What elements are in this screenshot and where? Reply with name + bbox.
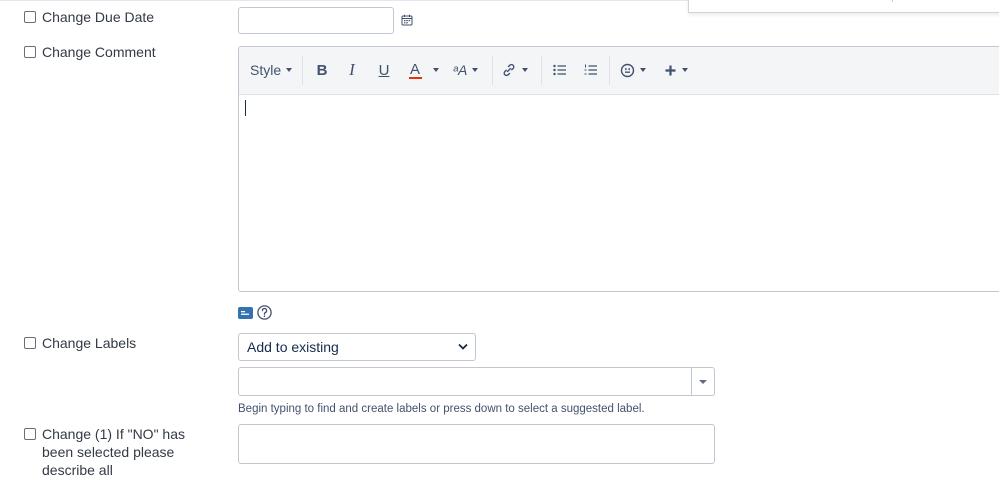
due-date-row: Change Due Date <box>24 8 154 26</box>
text-color-dropdown[interactable] <box>431 60 441 80</box>
change-custom-field-checkbox[interactable] <box>24 428 36 440</box>
custom-field-textarea[interactable] <box>238 424 715 464</box>
change-due-date-label: Change Due Date <box>42 9 155 25</box>
labels-mode-select[interactable]: Add to existing <box>238 333 476 361</box>
emoji-dropdown[interactable] <box>620 60 646 80</box>
toolbar-separator <box>492 56 493 85</box>
chevron-down-icon <box>522 68 528 72</box>
chevron-down-icon <box>458 343 468 350</box>
bullet-list-button[interactable] <box>552 60 568 80</box>
emoji-icon <box>620 63 635 77</box>
more-formatting-dropdown[interactable]: ᵃA <box>453 60 479 80</box>
more-formatting-label: ᵃA <box>453 62 468 78</box>
change-comment-checkbox[interactable] <box>24 46 36 58</box>
chevron-down-icon <box>640 68 646 72</box>
dropdown-popup-edge <box>688 0 999 13</box>
comment-text-area[interactable] <box>239 95 999 291</box>
bullet-list-icon <box>553 64 566 76</box>
bold-label: B <box>316 61 328 79</box>
chevron-down-icon <box>286 68 293 72</box>
calendar-icon[interactable] <box>401 14 413 26</box>
labels-input[interactable] <box>238 367 715 396</box>
custom-field-row: Change (1) If "NO" has been selected ple… <box>24 425 220 479</box>
underline-button[interactable]: U <box>375 60 393 80</box>
text-color-label: A <box>409 60 420 78</box>
change-custom-field-label: Change (1) If "NO" has been selected ple… <box>42 426 186 478</box>
italic-label: I <box>349 60 355 79</box>
text-color-button[interactable]: A <box>407 60 423 80</box>
labels-dropdown-button[interactable] <box>691 368 714 395</box>
change-labels-checkbox[interactable] <box>24 337 36 349</box>
toolbar-separator <box>609 56 610 85</box>
style-dropdown[interactable]: Style <box>250 60 293 80</box>
toolbar-separator <box>541 56 542 85</box>
wiki-markup-icon[interactable] <box>238 307 253 319</box>
plus-icon <box>665 65 676 75</box>
italic-button[interactable]: I <box>343 60 361 80</box>
chevron-down-icon <box>433 68 439 72</box>
link-dropdown[interactable] <box>501 60 528 80</box>
numbered-list-icon <box>584 64 597 75</box>
bold-button[interactable]: B <box>313 60 331 80</box>
help-icon[interactable] <box>257 305 272 320</box>
chevron-down-icon <box>699 379 707 384</box>
underline-label: U <box>378 61 390 79</box>
change-labels-label: Change Labels <box>42 335 137 351</box>
text-color-bar <box>408 76 422 79</box>
insert-dropdown[interactable] <box>664 60 688 80</box>
labels-hint: Begin typing to find and create labels o… <box>238 403 645 415</box>
toolbar-separator <box>302 56 303 85</box>
editor-toolbar: Style B I U A ᵃA <box>239 47 999 95</box>
change-due-date-checkbox[interactable] <box>24 11 36 23</box>
due-date-input[interactable] <box>238 7 394 34</box>
chevron-down-icon <box>682 68 688 72</box>
labels-mode-value: Add to existing <box>247 339 339 355</box>
change-comment-label: Change Comment <box>42 44 156 60</box>
comment-row: Change Comment <box>24 43 156 61</box>
labels-row: Change Labels <box>24 334 136 352</box>
style-label: Style <box>250 62 282 78</box>
chevron-down-icon <box>472 68 479 72</box>
numbered-list-button[interactable] <box>583 60 599 80</box>
link-icon <box>503 63 515 77</box>
comment-editor: Style B I U A ᵃA <box>238 46 999 292</box>
